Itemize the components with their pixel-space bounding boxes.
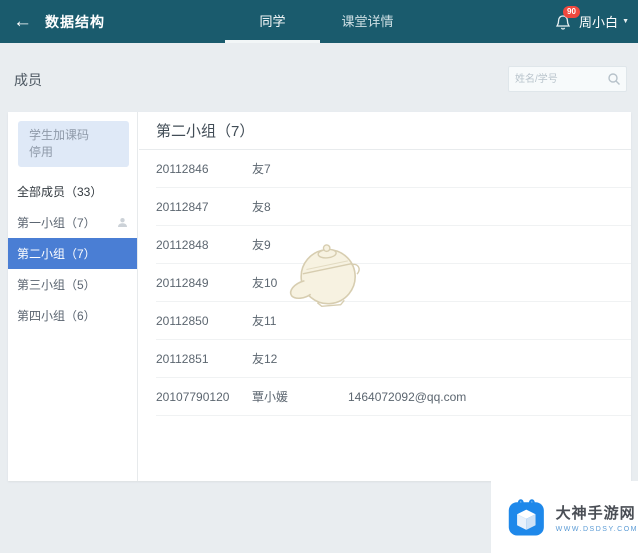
- member-name: 友11: [252, 314, 277, 328]
- members-card: 学生加课码 停用 全部成员（33） 第一小组（7） 第二小组（7） 第三小组（5…: [8, 112, 631, 481]
- table-row[interactable]: 20112848 友9: [156, 226, 631, 264]
- back-arrow-icon[interactable]: ←: [13, 12, 32, 31]
- group-label: 第一小组（7）: [17, 216, 96, 230]
- tab[interactable]: 课堂详情: [320, 0, 415, 43]
- member-table: 20112846 友7 20112847 友8 20112848 友9 2011…: [139, 150, 631, 416]
- member-id: 20112848: [156, 237, 209, 252]
- screen: ← 数据结构 同学 课堂详情 90 周小白 ▼ 成员 姓名/学号 学生加课码 停…: [0, 0, 638, 553]
- group-label: 第四小组（6）: [17, 309, 96, 323]
- table-row[interactable]: 20112849 友10: [156, 264, 631, 302]
- tab[interactable]: 同学: [225, 0, 320, 43]
- member-id: 20112849: [156, 275, 209, 290]
- group-title: 第二小组（7）: [139, 112, 631, 150]
- tab-label: 课堂详情: [341, 14, 394, 29]
- group-label: 第二小组（7）: [17, 247, 96, 261]
- sidebar-group-item[interactable]: 全部成员（33）: [8, 176, 137, 207]
- chevron-down-icon: ▼: [622, 18, 629, 25]
- member-id: 20107790120: [156, 389, 230, 404]
- member-email: 1464072092@qq.com: [348, 389, 467, 404]
- search-icon[interactable]: [607, 72, 621, 86]
- sidebar-group-item[interactable]: 第二小组（7）: [8, 238, 137, 269]
- table-row[interactable]: 20112850 友11: [156, 302, 631, 340]
- member-name: 友8: [252, 200, 271, 214]
- tab-bar: 同学 课堂详情: [225, 0, 415, 43]
- user-menu[interactable]: 周小白 ▼: [579, 12, 629, 31]
- app-title: 数据结构: [45, 13, 105, 30]
- topbar: ← 数据结构 同学 课堂详情 90 周小白 ▼: [0, 0, 638, 43]
- person-icon: [117, 217, 128, 228]
- join-code-status: 停用: [29, 145, 54, 159]
- notification-bell-button[interactable]: 90: [554, 5, 580, 31]
- sidebar-group-item[interactable]: 第一小组（7）: [8, 207, 137, 238]
- member-name: 友10: [252, 276, 278, 290]
- site-logo: 大神手游网 WWW.DSDSY.COM: [491, 481, 638, 553]
- sidebar: 学生加课码 停用 全部成员（33） 第一小组（7） 第二小组（7） 第三小组（5…: [8, 112, 138, 481]
- join-code-box[interactable]: 学生加课码 停用: [18, 121, 129, 167]
- group-list: 全部成员（33） 第一小组（7） 第二小组（7） 第三小组（5） 第四小组（6）: [8, 176, 137, 331]
- sidebar-group-item[interactable]: 第三小组（5）: [8, 269, 137, 300]
- member-id: 20112846: [156, 161, 209, 176]
- site-name: 大神手游网: [555, 504, 636, 522]
- site-url: WWW.DSDSY.COM: [555, 525, 638, 533]
- member-name: 覃小媛: [252, 390, 289, 404]
- group-label: 第三小组（5）: [17, 278, 96, 292]
- search-box: [508, 66, 627, 92]
- member-id: 20112850: [156, 313, 209, 328]
- member-name: 友9: [252, 238, 271, 252]
- search-input[interactable]: [515, 68, 607, 90]
- table-row[interactable]: 20112851 友12: [156, 340, 631, 378]
- tab-label: 同学: [259, 14, 286, 29]
- table-row[interactable]: 20107790120 覃小媛 1464072092@qq.com: [156, 378, 631, 416]
- member-panel: 第二小组（7） 20112846 友7 20112847 友8 20112848…: [139, 112, 631, 481]
- member-name: 友7: [252, 162, 271, 176]
- group-label: 全部成员（33）: [17, 185, 103, 199]
- member-id: 20112851: [156, 351, 209, 366]
- table-row[interactable]: 20112847 友8: [156, 188, 631, 226]
- user-name: 周小白: [579, 15, 619, 30]
- member-id: 20112847: [156, 199, 209, 214]
- notification-badge: 90: [563, 5, 580, 18]
- sidebar-group-item[interactable]: 第四小组（6）: [8, 300, 137, 331]
- table-row[interactable]: 20112846 友7: [156, 150, 631, 188]
- page-title: 成员: [14, 72, 42, 88]
- cube-logo-icon: [508, 499, 544, 536]
- join-code-title: 学生加课码: [29, 128, 90, 142]
- member-name: 友12: [252, 352, 278, 366]
